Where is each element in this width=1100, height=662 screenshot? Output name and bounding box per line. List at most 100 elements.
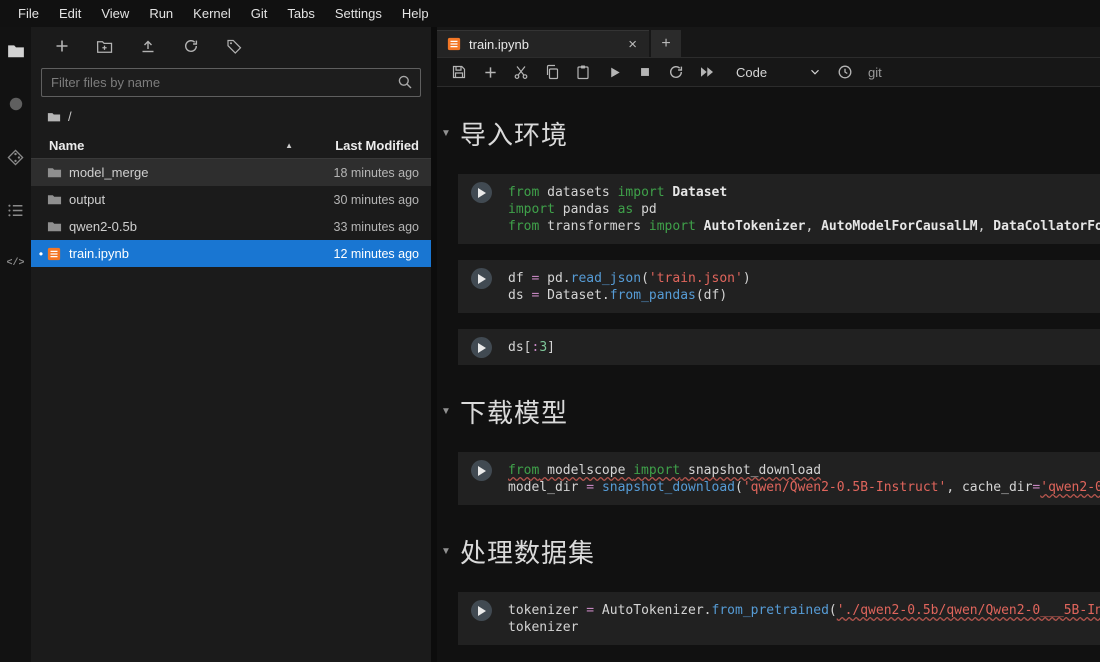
play-icon (478, 274, 486, 284)
file-filter (41, 68, 421, 97)
filter-files-input[interactable] (41, 68, 421, 97)
menubar: FileEditViewRunKernelGitTabsSettingsHelp (0, 0, 1100, 27)
name-header-label: Name (49, 138, 84, 153)
markdown-cell[interactable]: ▼导入环境 (441, 115, 1100, 152)
run-cell-icon[interactable] (606, 64, 622, 80)
code-editor[interactable]: from datasets import Datasetimport panda… (504, 174, 1100, 244)
file-row[interactable]: output 30 minutes ago (31, 186, 431, 213)
folder-icon (47, 192, 69, 207)
markdown-cell[interactable]: ▼处理数据集 (441, 533, 1100, 570)
file-browser-toolbar (31, 27, 431, 65)
notebook-toolbar: Code git (437, 58, 1100, 87)
file-list-header: Name ▲ Last Modified (31, 132, 431, 159)
file-browser-icon[interactable] (6, 41, 26, 61)
play-icon (478, 343, 486, 353)
search-icon (397, 74, 413, 90)
close-tab-icon[interactable]: × (626, 36, 639, 53)
file-name: model_merge (69, 165, 307, 180)
folder-icon (47, 165, 69, 180)
play-icon (478, 466, 486, 476)
git-toolbar-label[interactable]: git (868, 65, 882, 80)
notebook-icon (47, 247, 69, 261)
column-name[interactable]: Name ▲ (49, 138, 307, 153)
run-cell-button[interactable] (471, 337, 492, 358)
cell-gutter (458, 452, 504, 505)
notebook-icon (447, 37, 461, 51)
app-body: </> (0, 27, 1100, 662)
cell-gutter (458, 260, 504, 313)
refresh-icon[interactable] (182, 38, 199, 55)
code-editor[interactable]: tokenizer = AutoTokenizer.from_pretraine… (504, 592, 1100, 645)
upload-icon[interactable] (139, 38, 156, 55)
table-of-contents-icon[interactable] (6, 200, 26, 220)
code-cell[interactable]: tokenizer = AutoTokenizer.from_pretraine… (458, 592, 1100, 645)
breadcrumb[interactable]: / (31, 107, 431, 132)
folder-icon (47, 110, 61, 124)
file-modified: 30 minutes ago (307, 193, 419, 207)
insert-cell-icon[interactable] (482, 64, 498, 80)
code-cell[interactable]: from modelscope import snapshot_download… (458, 452, 1100, 505)
run-cell-button[interactable] (471, 182, 492, 203)
collapse-heading-icon[interactable]: ▼ (441, 128, 460, 139)
extension-code-icon[interactable]: </> (6, 253, 26, 273)
collapse-heading-icon[interactable]: ▼ (441, 546, 460, 557)
git-clone-icon[interactable] (225, 38, 242, 55)
run-cell-button[interactable] (471, 460, 492, 481)
new-launcher-icon[interactable] (53, 38, 70, 55)
chevron-down-icon (808, 65, 822, 79)
menu-run[interactable]: Run (139, 2, 183, 25)
menu-view[interactable]: View (91, 2, 139, 25)
menu-edit[interactable]: Edit (49, 2, 91, 25)
menu-file[interactable]: File (8, 2, 49, 25)
menu-kernel[interactable]: Kernel (183, 2, 241, 25)
file-row[interactable]: model_merge 18 minutes ago (31, 159, 431, 186)
tab-title: train.ipynb (469, 37, 529, 52)
file-modified: 18 minutes ago (307, 166, 419, 180)
folder-icon (47, 219, 69, 234)
menu-settings[interactable]: Settings (325, 2, 392, 25)
markdown-heading: 处理数据集 (460, 533, 595, 570)
file-name: qwen2-0.5b (69, 219, 307, 234)
code-glyph: </> (6, 258, 24, 269)
code-editor[interactable]: df = pd.read_json('train.json')ds = Data… (504, 260, 1100, 313)
menu-git[interactable]: Git (241, 2, 278, 25)
sort-ascending-icon[interactable]: ▲ (285, 141, 307, 150)
main-area: train.ipynb × + (437, 27, 1100, 662)
markdown-cell[interactable]: ▼下载模型 (441, 393, 1100, 430)
checkpoint-clock-icon[interactable] (837, 64, 853, 80)
markdown-heading: 下载模型 (460, 393, 568, 430)
cell-gutter (458, 592, 504, 645)
code-editor[interactable]: from modelscope import snapshot_download… (504, 452, 1100, 505)
code-cell[interactable]: from datasets import Datasetimport panda… (458, 174, 1100, 244)
new-folder-icon[interactable] (96, 38, 113, 55)
file-name: output (69, 192, 307, 207)
run-cell-button[interactable] (471, 600, 492, 621)
file-row[interactable]: qwen2-0.5b 33 minutes ago (31, 213, 431, 240)
save-icon[interactable] (451, 64, 467, 80)
code-cell[interactable]: ds[:3] (458, 329, 1100, 365)
code-cell[interactable]: df = pd.read_json('train.json')ds = Data… (458, 260, 1100, 313)
column-last-modified[interactable]: Last Modified (307, 138, 419, 153)
restart-kernel-icon[interactable] (668, 64, 684, 80)
file-browser-panel: / Name ▲ Last Modified model_merge 18 mi… (31, 27, 431, 662)
activity-bar: </> (0, 27, 31, 662)
cell-gutter (458, 174, 504, 244)
collapse-heading-icon[interactable]: ▼ (441, 406, 460, 417)
run-cell-button[interactable] (471, 268, 492, 289)
menu-help[interactable]: Help (392, 2, 439, 25)
breadcrumb-root[interactable]: / (68, 109, 72, 124)
file-modified: 12 minutes ago (307, 247, 419, 261)
stop-kernel-icon[interactable] (637, 64, 653, 80)
new-tab-button[interactable]: + (651, 30, 681, 57)
file-row-selected[interactable]: train.ipynb 12 minutes ago (31, 240, 431, 267)
git-icon[interactable] (6, 147, 26, 167)
cut-cells-icon[interactable] (513, 64, 529, 80)
tab-train-ipynb[interactable]: train.ipynb × (437, 30, 649, 57)
running-sessions-icon[interactable] (6, 94, 26, 114)
menu-tabs[interactable]: Tabs (277, 2, 324, 25)
cell-type-dropdown[interactable]: Code (736, 65, 822, 80)
paste-cells-icon[interactable] (575, 64, 591, 80)
code-editor[interactable]: ds[:3] (504, 329, 1100, 365)
restart-run-all-icon[interactable] (699, 64, 715, 80)
copy-cells-icon[interactable] (544, 64, 560, 80)
